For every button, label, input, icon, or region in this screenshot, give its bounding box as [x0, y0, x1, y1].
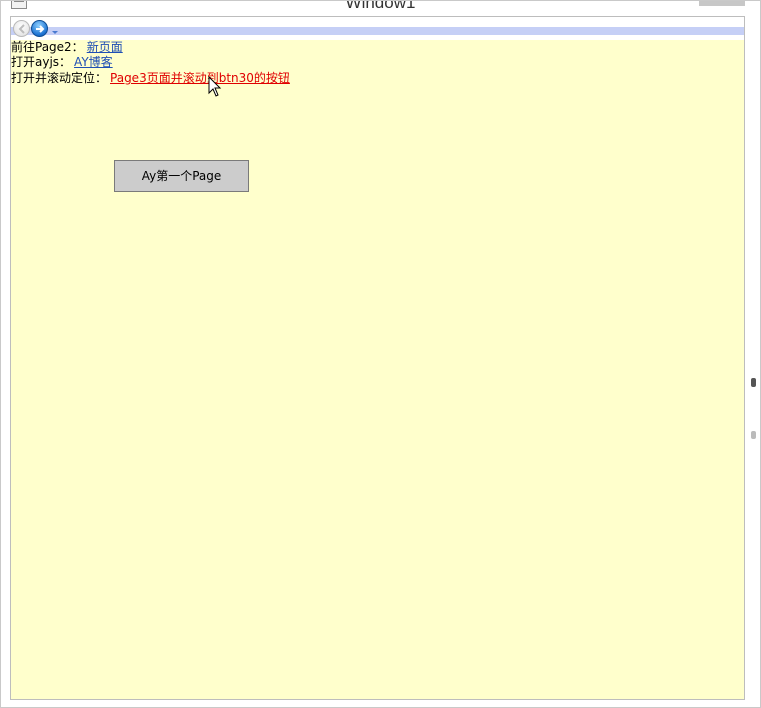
navigation-bar [11, 17, 744, 40]
close-button[interactable] [699, 1, 745, 6]
link-label: 打开并滚动定位： [11, 71, 108, 85]
link-label: 前往Page2： [11, 40, 84, 54]
ay-first-page-button[interactable]: Ay第一个Page [114, 160, 249, 192]
history-dropdown-button[interactable] [51, 26, 59, 34]
forward-button[interactable] [31, 20, 48, 37]
page-content: 前往Page2： 新页面 打开ayjs： AY博客 打开并滚动定位： Page3页面并… [11, 40, 744, 699]
link-label: 打开ayjs： [11, 55, 72, 69]
forward-arrow-icon [36, 25, 45, 33]
back-button[interactable] [13, 20, 30, 37]
navigation-bar-strip [11, 27, 744, 35]
link-row-page2: 前往Page2： 新页面 [11, 40, 123, 55]
chevron-down-icon [52, 31, 58, 34]
title-bar: Window1 [1, 1, 760, 15]
resize-handle-right[interactable] [751, 378, 756, 387]
back-arrow-icon [18, 24, 25, 34]
page3-scroll-link[interactable]: Page3页面并滚动到btn30的按钮 [110, 71, 290, 85]
new-page-link[interactable]: 新页面 [87, 40, 123, 54]
link-row-ayjs: 打开ayjs： AY博客 [11, 55, 113, 70]
mouse-cursor-icon [208, 76, 222, 97]
ay-blog-link[interactable]: AY博客 [74, 55, 113, 69]
resize-handle-right-lower[interactable] [751, 431, 756, 439]
link-row-scroll: 打开并滚动定位： Page3页面并滚动到btn30的按钮 [11, 71, 290, 86]
application-window: Window1 前往Page2： 新页面 打开ayjs： AY博客 打开并滚动定… [0, 0, 761, 708]
navigation-frame: 前往Page2： 新页面 打开ayjs： AY博客 打开并滚动定位： Page3页面并… [10, 16, 745, 700]
window-title: Window1 [345, 1, 416, 12]
